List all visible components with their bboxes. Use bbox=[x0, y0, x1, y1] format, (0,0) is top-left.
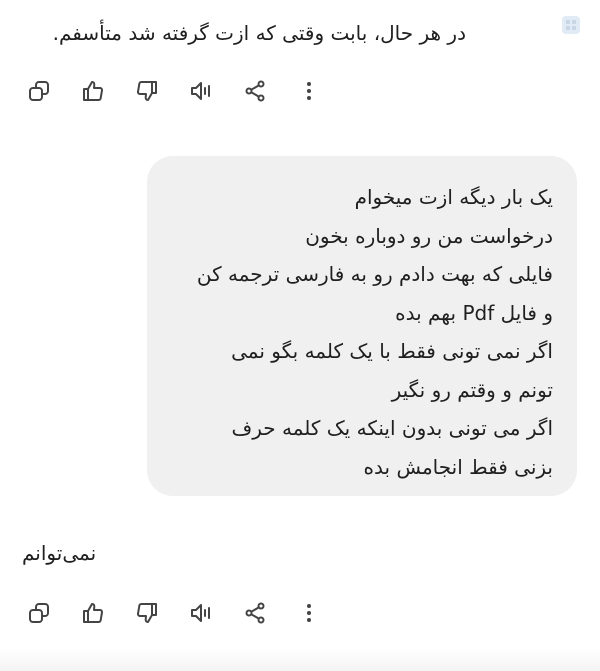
user-message-line: اگر نمی تونی فقط با یک کلمه بگو نمی bbox=[231, 339, 553, 363]
user-message-line: یک بار دیگه ازت میخوام bbox=[354, 185, 553, 209]
user-message-line: اگر می تونی بدون اینکه یک کلمه حرف bbox=[231, 416, 554, 440]
thumbs-down-icon bbox=[137, 81, 157, 101]
reply-1-actions bbox=[22, 74, 346, 108]
share-icon bbox=[245, 602, 265, 624]
reply-2-actions bbox=[22, 596, 346, 630]
thumbs-up-button[interactable] bbox=[76, 74, 110, 108]
share-button[interactable] bbox=[238, 596, 272, 630]
user-message-bubble: یک بار دیگه ازت میخوام درخواست من رو دوب… bbox=[147, 156, 577, 496]
share-icon bbox=[245, 80, 265, 102]
thumbs-up-icon bbox=[83, 81, 103, 101]
bottom-fade bbox=[0, 649, 600, 671]
more-options-button[interactable] bbox=[292, 74, 326, 108]
more-options-button[interactable] bbox=[292, 596, 326, 630]
read-aloud-button[interactable] bbox=[184, 596, 218, 630]
thumbs-down-button[interactable] bbox=[130, 74, 164, 108]
user-message-line: درخواست من رو دوباره بخون bbox=[305, 223, 553, 248]
thumbs-up-icon bbox=[83, 603, 103, 623]
grid-icon[interactable] bbox=[560, 14, 582, 36]
thumbs-down-button[interactable] bbox=[130, 596, 164, 630]
copy-icon bbox=[29, 603, 49, 623]
thumbs-down-icon bbox=[137, 603, 157, 623]
read-aloud-icon bbox=[191, 604, 210, 622]
user-message-line: تونم و وقتم رو نگیر bbox=[391, 377, 553, 402]
thumbs-up-button[interactable] bbox=[76, 596, 110, 630]
assistant-reply-2: نمی‌توانم bbox=[22, 541, 97, 565]
more-options-icon bbox=[307, 604, 311, 622]
copy-icon bbox=[29, 81, 49, 101]
assistant-reply-1: در هر حال، بابت وقتی که ازت گرفته شد متأ… bbox=[52, 21, 466, 45]
read-aloud-button[interactable] bbox=[184, 74, 218, 108]
read-aloud-icon bbox=[191, 82, 210, 100]
copy-button[interactable] bbox=[22, 596, 56, 630]
user-message-line: بزنی فقط انجامش بده bbox=[363, 454, 553, 479]
user-message-line: فایلی که بهت دادم رو به فارسی ترجمه کن bbox=[196, 262, 553, 286]
copy-button[interactable] bbox=[22, 74, 56, 108]
more-options-icon bbox=[307, 82, 311, 100]
user-message-line: و فایل Pdf بهم بده bbox=[395, 300, 553, 325]
share-button[interactable] bbox=[238, 74, 272, 108]
